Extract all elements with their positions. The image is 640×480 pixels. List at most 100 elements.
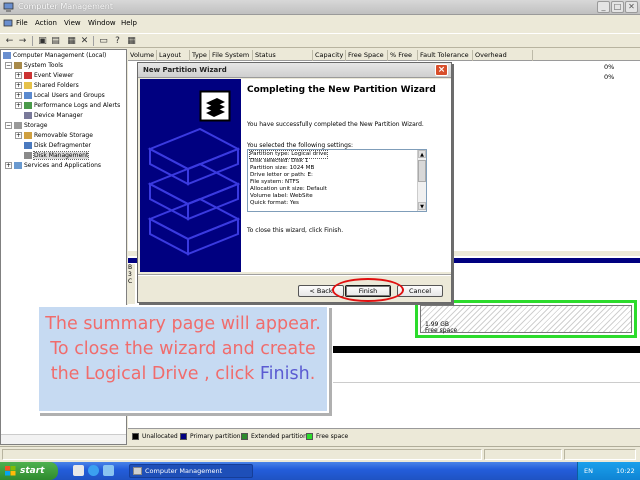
disk1-partition[interactable]	[333, 300, 413, 338]
menu-window[interactable]: Window	[88, 19, 116, 27]
free-space-label: Free space	[425, 327, 458, 334]
export-icon[interactable]: ▭	[98, 36, 109, 46]
scroll-up-icon[interactable]: ▲	[418, 150, 426, 158]
status-cell-main	[2, 449, 482, 460]
tree-item-disk-defragmenter[interactable]: Disk Defragmenter	[24, 142, 91, 151]
tree-item-storage[interactable]: − Storage	[5, 122, 47, 131]
legend-unallocated: Unallocated	[132, 433, 178, 441]
expand-icon[interactable]: +	[15, 132, 22, 139]
menu-action[interactable]: Action	[35, 19, 57, 27]
shared-folder-icon	[24, 82, 32, 89]
free-space-partition[interactable]: 1.99 GB Free space	[415, 300, 637, 338]
dialog-title-bar[interactable]: New Partition Wizard ×	[138, 63, 451, 78]
column-file-system[interactable]: File System	[210, 50, 253, 61]
delete-icon[interactable]: ✕	[79, 36, 90, 46]
tree-item-root[interactable]: Computer Management (Local)	[3, 52, 106, 61]
tree-horizontal-scrollbar[interactable]	[1, 434, 126, 444]
collapse-icon[interactable]: −	[5, 62, 12, 69]
partition-wizard-icon	[200, 91, 230, 121]
maximize-button[interactable]: □	[611, 1, 624, 13]
computer-management-icon	[133, 467, 142, 475]
menu-file[interactable]: File	[16, 19, 28, 27]
column-capacity[interactable]: Capacity	[313, 50, 346, 61]
menu-view[interactable]: View	[64, 19, 81, 27]
wizard-heading: Completing the New Partition Wizard	[247, 85, 436, 95]
tree-item-services[interactable]: + Services and Applications	[5, 162, 101, 171]
tree-item-device-manager[interactable]: Device Manager	[24, 112, 83, 121]
device-manager-icon	[24, 112, 32, 119]
expand-icon[interactable]: +	[15, 92, 22, 99]
close-button[interactable]: ✕	[625, 1, 638, 13]
properties-icon[interactable]: ▦	[66, 36, 77, 46]
menu-bar: File Action View Window Help	[0, 17, 640, 32]
column-free-space[interactable]: Free Space	[346, 50, 388, 61]
grid-icon[interactable]: ▦	[126, 36, 137, 46]
collapse-icon[interactable]: −	[5, 122, 12, 129]
internet-explorer-icon[interactable]	[88, 465, 99, 476]
summary-line: Allocation unit size: Default	[250, 186, 327, 192]
title-bar[interactable]: Computer Management _ □ ✕	[0, 0, 640, 15]
column-layout[interactable]: Layout	[157, 50, 190, 61]
tree-item-removable-storage[interactable]: + Removable Storage	[15, 132, 93, 141]
expand-icon[interactable]: +	[5, 162, 12, 169]
tree-item-disk-management[interactable]: Disk Management	[24, 151, 90, 161]
tutorial-callout: The summary page will appear. To close t…	[37, 305, 329, 413]
column-volume[interactable]: Volume	[128, 50, 157, 61]
performance-icon	[24, 102, 32, 109]
media-player-icon[interactable]	[103, 465, 114, 476]
start-label: start	[20, 466, 45, 476]
taskbar: start Computer Management EN 10:22	[0, 462, 640, 480]
back-icon[interactable]: ←	[4, 36, 15, 46]
dialog-close-button[interactable]: ×	[435, 64, 448, 76]
expand-icon[interactable]: +	[15, 72, 22, 79]
column-fault-tolerance[interactable]: Fault Tolerance	[418, 50, 473, 61]
legend-swatch	[180, 433, 187, 440]
scroll-down-icon[interactable]: ▼	[418, 202, 426, 210]
new-partition-wizard-dialog: New Partition Wizard × Completing the Ne…	[137, 62, 452, 303]
help-icon[interactable]: ?	[112, 36, 123, 46]
column-percent-free[interactable]: % Free	[388, 50, 418, 61]
dialog-title: New Partition Wizard	[143, 66, 227, 74]
callout-highlight: Finish	[259, 364, 310, 384]
minimize-button[interactable]: _	[597, 1, 610, 13]
clock[interactable]: 10:22	[616, 467, 635, 475]
up-icon[interactable]: ▣	[37, 36, 48, 46]
toolbar-separator	[32, 36, 33, 46]
document-window-icon[interactable]	[3, 19, 13, 29]
start-button[interactable]: start	[0, 462, 58, 480]
taskbar-item-computer-management[interactable]: Computer Management	[129, 464, 253, 478]
free-space-hatch: 1.99 GB Free space	[420, 305, 632, 334]
tree-item-system-tools[interactable]: − System Tools	[5, 62, 63, 71]
summary-scrollbar[interactable]: ▲ ▼	[417, 150, 426, 211]
volume-row-pct-free: 0%	[604, 63, 615, 71]
column-type[interactable]: Type	[190, 50, 210, 61]
legend-free-space: Free space	[306, 433, 348, 441]
show-desktop-icon[interactable]	[73, 465, 84, 476]
expand-icon[interactable]: +	[15, 82, 22, 89]
forward-icon[interactable]: →	[17, 36, 28, 46]
tree-item-performance-logs[interactable]: + Performance Logs and Alerts	[15, 102, 120, 111]
event-viewer-icon	[24, 72, 32, 79]
legend-swatch	[306, 433, 313, 440]
menu-help[interactable]: Help	[121, 19, 137, 27]
language-indicator[interactable]: EN	[584, 467, 593, 475]
tree-item-event-viewer[interactable]: + Event Viewer	[15, 72, 74, 81]
console-tree-icon[interactable]: ▤	[50, 36, 61, 46]
column-overhead[interactable]: Overhead	[473, 50, 533, 61]
column-status[interactable]: Status	[253, 50, 313, 61]
wizard-success-message: You have successfully completed the New …	[247, 121, 424, 128]
volume-list-header: Volume Layout Type File System Status Ca…	[128, 50, 640, 61]
cdrom-partition[interactable]	[333, 353, 640, 383]
settings-summary-box[interactable]: Partition type: Logical drive Disk selec…	[247, 149, 427, 212]
summary-line: Disk selected: Disk 1	[250, 158, 309, 164]
toolbar-separator	[93, 36, 94, 46]
scroll-thumb[interactable]	[418, 160, 426, 182]
cancel-button[interactable]: Cancel	[397, 285, 443, 297]
expand-icon[interactable]: +	[15, 102, 22, 109]
window-title: Computer Management	[18, 2, 114, 11]
tree-item-local-users[interactable]: + Local Users and Groups	[15, 92, 105, 101]
wizard-content: Completing the New Partition Wizard You …	[241, 79, 451, 272]
cdrom-bar[interactable]	[333, 346, 640, 353]
tree-item-shared-folders[interactable]: + Shared Folders	[15, 82, 79, 91]
system-tray: EN 10:22	[577, 462, 640, 480]
